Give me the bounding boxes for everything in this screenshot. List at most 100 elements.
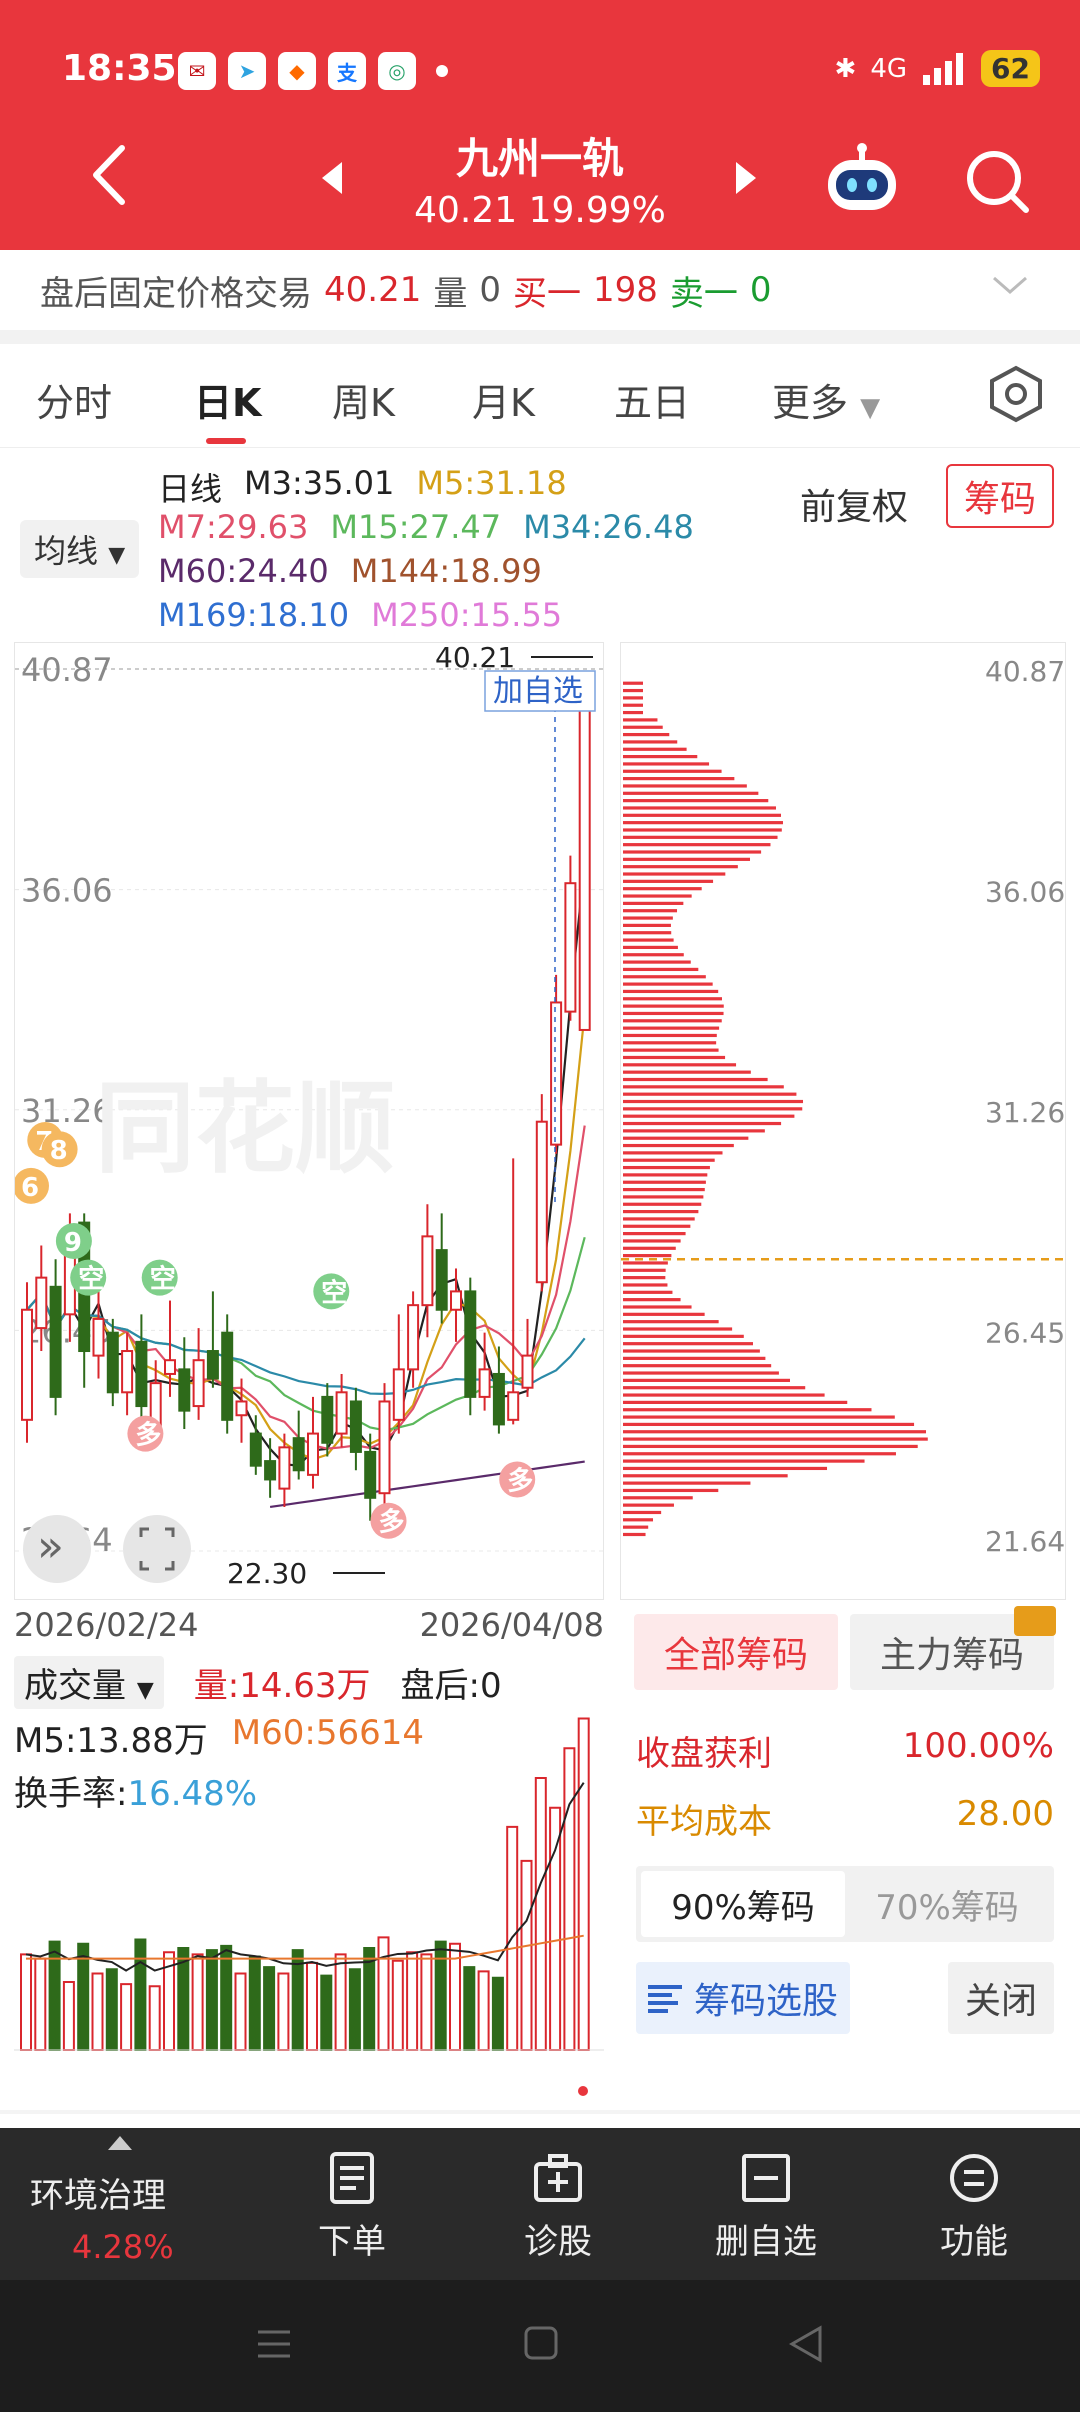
close-button[interactable]: 关闭 [948, 1962, 1054, 2034]
volume-bar [477, 1970, 490, 2051]
menu-nav-icon[interactable] [254, 2324, 294, 2364]
candle-body [307, 1432, 319, 1476]
chip-bar [623, 916, 673, 920]
volume-bar [220, 1944, 233, 2051]
candle-body [564, 882, 577, 1013]
volume-bar [377, 1936, 390, 2051]
candle-body [535, 1120, 548, 1284]
volume-selector[interactable]: 成交量 ▼ [14, 1656, 164, 1709]
tab-monthly-k[interactable]: 月K [472, 372, 535, 427]
chip-bar [623, 1474, 788, 1478]
chip-bar [623, 1305, 692, 1309]
volume-bar [120, 1983, 133, 2051]
chip-bar [623, 923, 671, 927]
ma-selector[interactable]: 均线 ▼ [20, 520, 140, 578]
volume-bar [277, 1972, 290, 2051]
ma-m7: M7:29.63 [158, 508, 309, 546]
turnover-label: 换手率: [14, 1774, 128, 1814]
chip-bar [623, 1518, 654, 1522]
minus-box-icon [742, 2154, 790, 2202]
pct70-option[interactable]: 70%筹码 [845, 1871, 1049, 1937]
watermark-text: 同花顺 [95, 1070, 395, 1187]
chip-bar [623, 1283, 668, 1287]
ma-m34: M34:26.48 [523, 508, 694, 546]
date-start: 2026/02/24 [14, 1606, 199, 1644]
volume-bar [105, 1968, 118, 2051]
status-time: 18:35 [62, 48, 177, 89]
chip-bar [623, 1496, 693, 1500]
tab-all-chips[interactable]: 全部筹码 [634, 1614, 838, 1690]
chip-stock-select-button[interactable]: 筹码选股 [636, 1962, 850, 2034]
fullscreen-button-bg [123, 1515, 191, 1583]
ma-m250: M250:15.55 [371, 596, 563, 634]
chevron-down-icon[interactable] [990, 270, 1030, 300]
chip-bar [623, 777, 735, 781]
caret-up-icon [108, 2136, 132, 2150]
candle-body [349, 1400, 362, 1453]
home-nav-icon[interactable] [522, 2324, 560, 2362]
chip-bar [623, 703, 643, 707]
kline-chart[interactable]: 40.8736.0631.2626.4521.64同花顺40.21加自选22.3… [13, 641, 605, 1600]
tab-main-chips[interactable]: 主力筹码 [850, 1606, 1056, 1690]
sell-one-value: 0 [749, 270, 772, 310]
chip-percent-toggle: 90%筹码 70%筹码 [636, 1866, 1054, 1942]
signal-marker-label: 多 [135, 1421, 161, 1451]
after-hours-vol: 0 [479, 270, 501, 310]
chip-bar [623, 909, 678, 913]
sector-name[interactable]: 环境治理 [30, 2168, 166, 2217]
robot-assistant-icon[interactable] [822, 140, 902, 216]
volume-bar [34, 1957, 47, 2051]
ma-legend: 均线 ▼ 日线 M3:35.01 M5:31.18 M7:29.63 M15:2… [0, 450, 1080, 640]
tab-five-day[interactable]: 五日 [614, 372, 690, 427]
profit-row: 收盘获利 100.00% [636, 1726, 1054, 1775]
volume-bar [91, 1972, 104, 2051]
chip-bar [623, 1048, 719, 1052]
settings-hex-icon[interactable] [988, 364, 1044, 424]
pct90-option[interactable]: 90%筹码 [641, 1871, 845, 1937]
chip-bar [623, 1239, 681, 1243]
candle-body [206, 1350, 219, 1380]
candle-body [135, 1340, 148, 1408]
tab-intraday[interactable]: 分时 [36, 372, 112, 427]
chip-y-tick-label: 26.45 [985, 1316, 1065, 1349]
back-nav-icon[interactable] [786, 2324, 826, 2364]
menu-circle-icon [950, 2154, 998, 2202]
order-button[interactable]: 下单 [252, 2128, 452, 2280]
function-button[interactable]: 功能 [874, 2128, 1074, 2280]
signal-marker-label: 多 [507, 1466, 533, 1496]
search-icon[interactable] [962, 146, 1032, 216]
chip-bar [623, 1503, 674, 1507]
after-hours-volume: 盘后:0 [400, 1666, 502, 1706]
candle-body [478, 1368, 491, 1398]
volume-bar [363, 1947, 376, 2051]
candle-body [335, 1391, 348, 1435]
candle-body [421, 1235, 434, 1307]
next-stock-icon[interactable] [732, 160, 760, 196]
tab-weekly-k[interactable]: 周K [332, 372, 395, 427]
adjust-mode[interactable]: 前复权 [800, 478, 908, 530]
ma-row-4: M169:18.10 M250:15.55 [158, 596, 562, 634]
chip-bar [623, 1254, 672, 1258]
chip-bar [623, 747, 687, 751]
chip-bar [623, 1349, 760, 1353]
chip-distribution-chart: 40.87 36.06 31.26 26.45 21.64 [620, 642, 1067, 1600]
volume-bar [563, 1747, 576, 2051]
chip-bar [623, 1452, 896, 1456]
low-price-tag: 22.30 [227, 1557, 307, 1590]
bank-icon: ◎ [378, 52, 416, 90]
tab-daily-k[interactable]: 日K [194, 372, 261, 427]
chip-bar [623, 1430, 927, 1434]
chips-button[interactable]: 筹码 [946, 464, 1055, 528]
volume-bar [62, 1981, 75, 2051]
tab-more[interactable]: 更多 ▼ [772, 372, 880, 427]
signal-marker-label: 多 [379, 1508, 405, 1538]
chip-bar [623, 1063, 737, 1067]
chip-bar [623, 1371, 779, 1375]
diagnose-button[interactable]: 诊股 [458, 2128, 658, 2280]
chip-bar [623, 1165, 710, 1170]
caret-down-icon: ▼ [860, 393, 881, 423]
chip-bar [623, 1129, 765, 1133]
tab-more-label: 更多 [772, 381, 849, 425]
chip-bar [623, 1415, 895, 1419]
remove-favorite-button[interactable]: 删自选 [666, 2128, 866, 2280]
